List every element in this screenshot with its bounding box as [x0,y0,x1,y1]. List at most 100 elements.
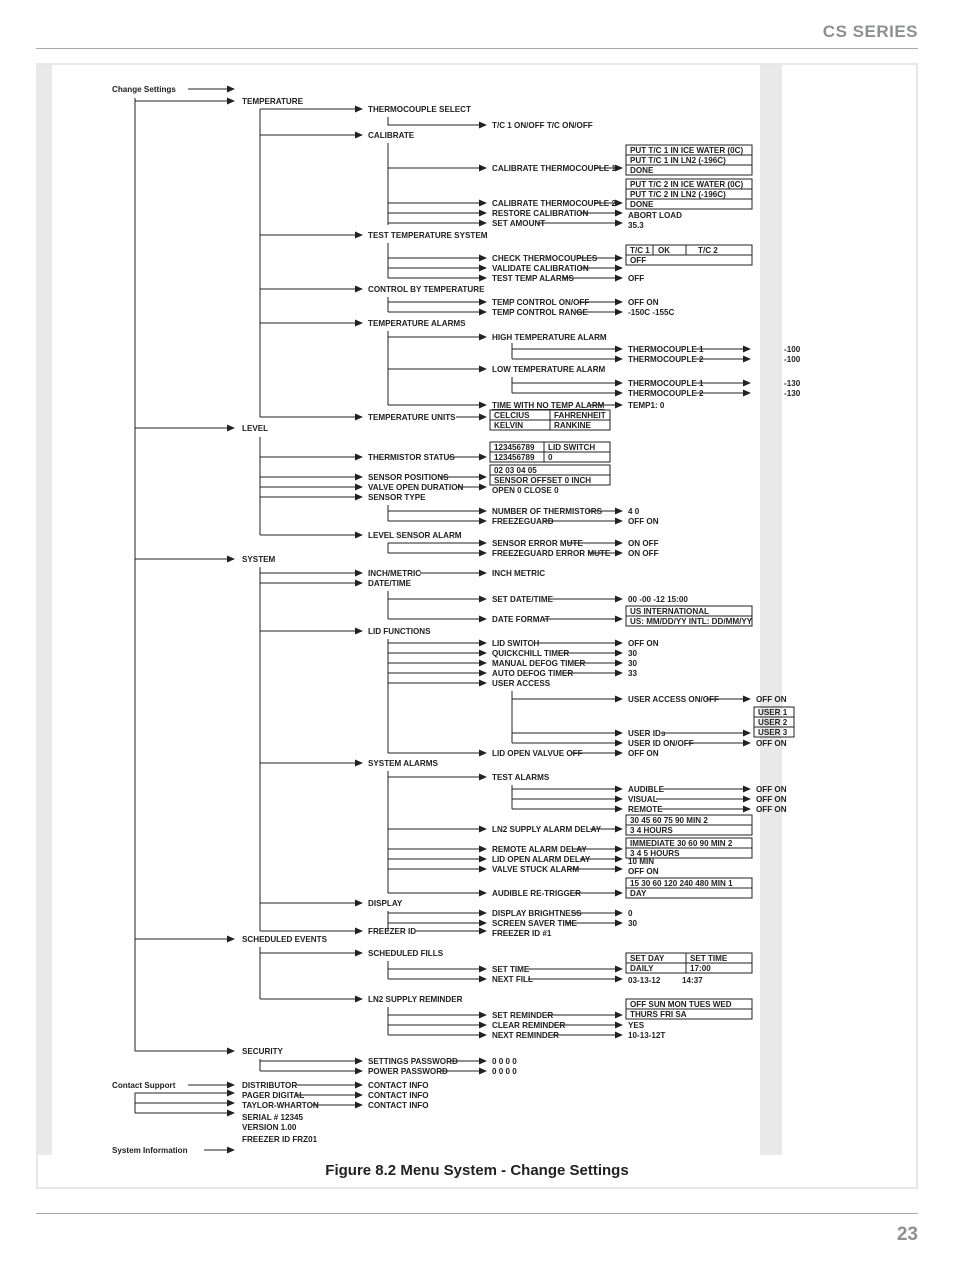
svg-text:SCREEN SAVER TIME: SCREEN SAVER TIME [492,919,577,928]
svg-text:THERMISTOR STATUS: THERMISTOR STATUS [368,453,455,462]
svg-text:SYSTEM ALARMS: SYSTEM ALARMS [368,759,438,768]
svg-text:ABORT LOAD: ABORT LOAD [628,211,682,220]
svg-text:CALIBRATE: CALIBRATE [368,131,415,140]
svg-text:PUT T/C 1 IN ICE WATER (0C): PUT T/C 1 IN ICE WATER (0C) [630,146,743,155]
svg-text:FAHRENHEIT: FAHRENHEIT [554,411,606,420]
svg-text:T/C 1 ON/OFF T/C ON/OFF: T/C 1 ON/OFF T/C ON/OFF [492,121,593,130]
svg-text:T/C 1: T/C 1 [630,246,650,255]
figure-caption: Figure 8.2 Menu System - Change Settings [38,1162,916,1179]
svg-text:14:37: 14:37 [682,976,703,985]
svg-text:PAGER DIGITAL: PAGER DIGITAL [242,1091,304,1100]
svg-text:-100: -100 [784,355,801,364]
svg-text:SET DAY: SET DAY [630,954,665,963]
svg-text:USER 2: USER 2 [758,718,788,727]
page-header: CS SERIES [36,22,918,42]
svg-text:OFF ON: OFF ON [628,749,659,758]
svg-text:35.3: 35.3 [628,221,644,230]
svg-text:SYSTEM: SYSTEM [242,555,276,564]
svg-text:4 0: 4 0 [628,507,640,516]
rule-top [36,48,918,49]
svg-text:TEMP1: 0: TEMP1: 0 [628,401,665,410]
svg-text:DATE FORMAT: DATE FORMAT [492,615,550,624]
svg-text:OFF ON: OFF ON [628,867,659,876]
svg-text:PUT T/C 1 IN LN2 (-196C): PUT T/C 1 IN LN2 (-196C) [630,156,726,165]
svg-text:OFF ON: OFF ON [756,795,787,804]
svg-text:HIGH TEMPERATURE ALARM: HIGH TEMPERATURE ALARM [492,333,607,342]
svg-text:30 45 60 75 90 MIN 2: 30 45 60 75 90 MIN 2 [630,816,708,825]
svg-text:OK: OK [658,246,670,255]
svg-text:LOW TEMPERATURE ALARM: LOW TEMPERATURE ALARM [492,365,606,374]
svg-text:OFF ON: OFF ON [756,785,787,794]
svg-text:123456789: 123456789 [494,443,535,452]
svg-text:THERMOCOUPLE SELECT: THERMOCOUPLE SELECT [368,105,471,114]
svg-text:SCHEDULED EVENTS: SCHEDULED EVENTS [242,935,328,944]
svg-text:SENSOR POSITIONS: SENSOR POSITIONS [368,473,449,482]
svg-text:OFF ON: OFF ON [628,639,659,648]
svg-text:SET TIME: SET TIME [690,954,728,963]
svg-text:15 30 60 120 240 480 MIN 1: 15 30 60 120 240 480 MIN 1 [630,879,733,888]
svg-text:OFF SUN MON TUES WED: OFF SUN MON TUES WED [630,1000,732,1009]
svg-text:0 0 0 0: 0 0 0 0 [492,1057,517,1066]
svg-text:-150C -155C: -150C -155C [628,308,674,317]
svg-text:10 MIN: 10 MIN [628,857,654,866]
svg-text:RANKINE: RANKINE [554,421,591,430]
page-number: 23 [36,1224,918,1246]
svg-text:30: 30 [628,649,638,658]
svg-text:SENSOR OFFSET 0 INCH: SENSOR OFFSET 0 INCH [494,476,591,485]
svg-text:TEMPERATURE UNITS: TEMPERATURE UNITS [368,413,456,422]
svg-text:CONTACT INFO: CONTACT INFO [368,1081,429,1090]
svg-text:MANUAL DEFOG TIMER: MANUAL DEFOG TIMER [492,659,586,668]
svg-text:DAILY: DAILY [630,964,654,973]
svg-text:SETTINGS PASSWORD: SETTINGS PASSWORD [368,1057,458,1066]
svg-text:CONTROL BY TEMPERATURE: CONTROL BY TEMPERATURE [368,285,485,294]
svg-text:SERIAL # 12345: SERIAL # 12345 [242,1113,304,1122]
svg-text:SET TIME: SET TIME [492,965,530,974]
svg-text:USER 3: USER 3 [758,728,788,737]
svg-text:IMMEDIATE 30 60 90 MIN 2: IMMEDIATE 30 60 90 MIN 2 [630,839,733,848]
svg-text:KELVIN: KELVIN [494,421,523,430]
svg-text:OFF ON: OFF ON [756,695,787,704]
svg-text:-130: -130 [784,389,801,398]
svg-text:AUDIBLE: AUDIBLE [628,785,665,794]
svg-text:FREEZER ID #1: FREEZER ID #1 [492,929,552,938]
svg-text:ON OFF: ON OFF [628,539,659,548]
svg-text:LID OPEN VALVUE OFF: LID OPEN VALVUE OFF [492,749,583,758]
svg-text:ON OFF: ON OFF [628,549,659,558]
svg-text:TEST ALARMS: TEST ALARMS [492,773,550,782]
svg-text:0: 0 [628,909,633,918]
svg-text:DAY: DAY [630,889,647,898]
svg-text:US: MM/DD/YY INTL: DD/MM/YY: US: MM/DD/YY INTL: DD/MM/YY [630,617,753,626]
svg-text:VALIDATE CALIBRATION: VALIDATE CALIBRATION [492,264,589,273]
svg-text:SET AMOUNT: SET AMOUNT [492,219,545,228]
svg-text:OFF ON: OFF ON [628,517,659,526]
svg-text:LEVEL: LEVEL [242,424,268,433]
svg-text:INCH/METRIC: INCH/METRIC [368,569,421,578]
svg-text:DONE: DONE [630,200,654,209]
svg-text:USER ID ON/OFF: USER ID ON/OFF [628,739,694,748]
svg-text:LID OPEN ALARM DELAY: LID OPEN ALARM DELAY [492,855,591,864]
svg-text:OFF ON: OFF ON [756,805,787,814]
svg-text:YES: YES [628,1021,645,1030]
svg-text:LN2 SUPPLY REMINDER: LN2 SUPPLY REMINDER [368,995,463,1004]
svg-text:DISPLAY: DISPLAY [368,899,403,908]
svg-text:0: 0 [548,453,553,462]
svg-text:US INTERNATIONAL: US INTERNATIONAL [630,607,709,616]
svg-text:AUTO DEFOG TIMER: AUTO DEFOG TIMER [492,669,573,678]
svg-text:SET DATE/TIME: SET DATE/TIME [492,595,554,604]
svg-text:POWER PASSWORD: POWER PASSWORD [368,1067,448,1076]
svg-text:NEXT FILL: NEXT FILL [492,975,533,984]
rule-bottom [36,1213,918,1214]
svg-text:System Information: System Information [112,1146,188,1155]
menu-diagram: Change Settings Contact Support System I… [38,65,912,1189]
svg-text:FREEZER ID: FREEZER ID [368,927,416,936]
svg-text:SECURITY: SECURITY [242,1047,284,1056]
svg-text:OFF ON: OFF ON [628,298,659,307]
svg-text:Change Settings: Change Settings [112,85,176,94]
svg-text:DISTRIBUTOR: DISTRIBUTOR [242,1081,297,1090]
svg-text:TAYLOR-WHARTON: TAYLOR-WHARTON [242,1101,319,1110]
svg-text:PUT T/C 2 IN LN2 (-196C): PUT T/C 2 IN LN2 (-196C) [630,190,726,199]
svg-text:REMOTE: REMOTE [628,805,663,814]
svg-text:DONE: DONE [630,166,654,175]
svg-text:OFF ON: OFF ON [756,739,787,748]
svg-text:3 4 HOURS: 3 4 HOURS [630,826,673,835]
